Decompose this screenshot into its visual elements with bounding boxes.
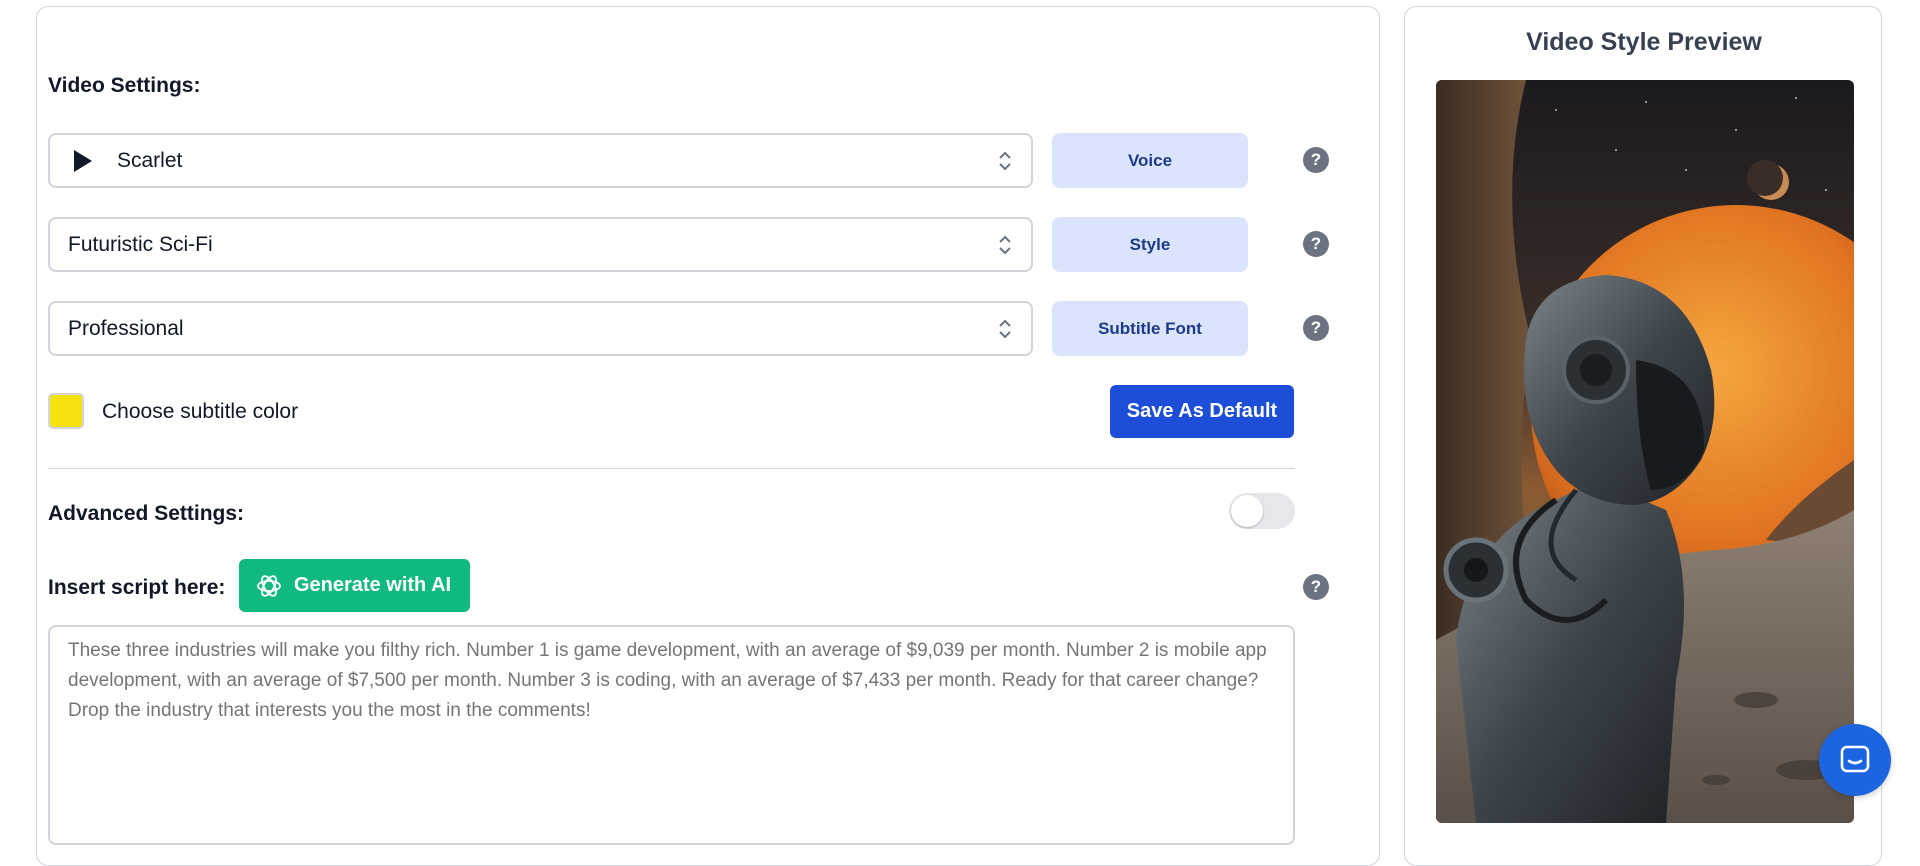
style-select-value: Futuristic Sci-Fi xyxy=(68,232,213,256)
script-label: Insert script here: xyxy=(48,576,226,599)
style-help-icon[interactable]: ? xyxy=(1303,231,1329,257)
chevron-updown-icon xyxy=(999,235,1011,255)
voice-select-value: Scarlet xyxy=(117,148,183,172)
advanced-settings-title: Advanced Settings: xyxy=(48,502,245,525)
preview-card: Video Style Preview xyxy=(1404,6,1882,866)
subtitle-color-swatch[interactable] xyxy=(48,393,84,429)
divider xyxy=(48,468,1295,469)
voice-select[interactable]: Scarlet xyxy=(48,133,1033,188)
sci-fi-robot-illustration xyxy=(1436,80,1854,823)
save-as-default-button[interactable]: Save As Default xyxy=(1110,385,1294,438)
voice-button[interactable]: Voice xyxy=(1052,133,1248,188)
openai-icon xyxy=(257,574,281,597)
subtitle-font-button[interactable]: Subtitle Font xyxy=(1052,301,1248,356)
script-textarea[interactable] xyxy=(48,625,1295,845)
style-button[interactable]: Style xyxy=(1052,217,1248,272)
preview-title: Video Style Preview xyxy=(1526,28,1762,56)
play-icon[interactable] xyxy=(74,149,92,172)
generate-with-ai-label: Generate with AI xyxy=(294,574,452,596)
style-select[interactable]: Futuristic Sci-Fi xyxy=(48,217,1033,272)
generate-with-ai-button[interactable]: Generate with AI xyxy=(239,559,470,612)
chat-launcher-button[interactable] xyxy=(1819,724,1891,796)
subtitle-color-label: Choose subtitle color xyxy=(102,400,299,423)
subtitle-font-select-value: Professional xyxy=(68,316,184,340)
style-preview-image xyxy=(1436,80,1854,823)
chevron-updown-icon xyxy=(999,319,1011,339)
subtitle-font-select[interactable]: Professional xyxy=(48,301,1033,356)
chevron-updown-icon xyxy=(999,151,1011,171)
voice-help-icon[interactable]: ? xyxy=(1303,147,1329,173)
script-help-icon[interactable]: ? xyxy=(1303,574,1329,600)
subtitle-font-help-icon[interactable]: ? xyxy=(1303,315,1329,341)
advanced-settings-toggle[interactable] xyxy=(1229,493,1295,529)
toggle-knob xyxy=(1231,495,1263,527)
chat-icon xyxy=(1840,745,1870,773)
video-settings-title: Video Settings: xyxy=(48,74,201,97)
